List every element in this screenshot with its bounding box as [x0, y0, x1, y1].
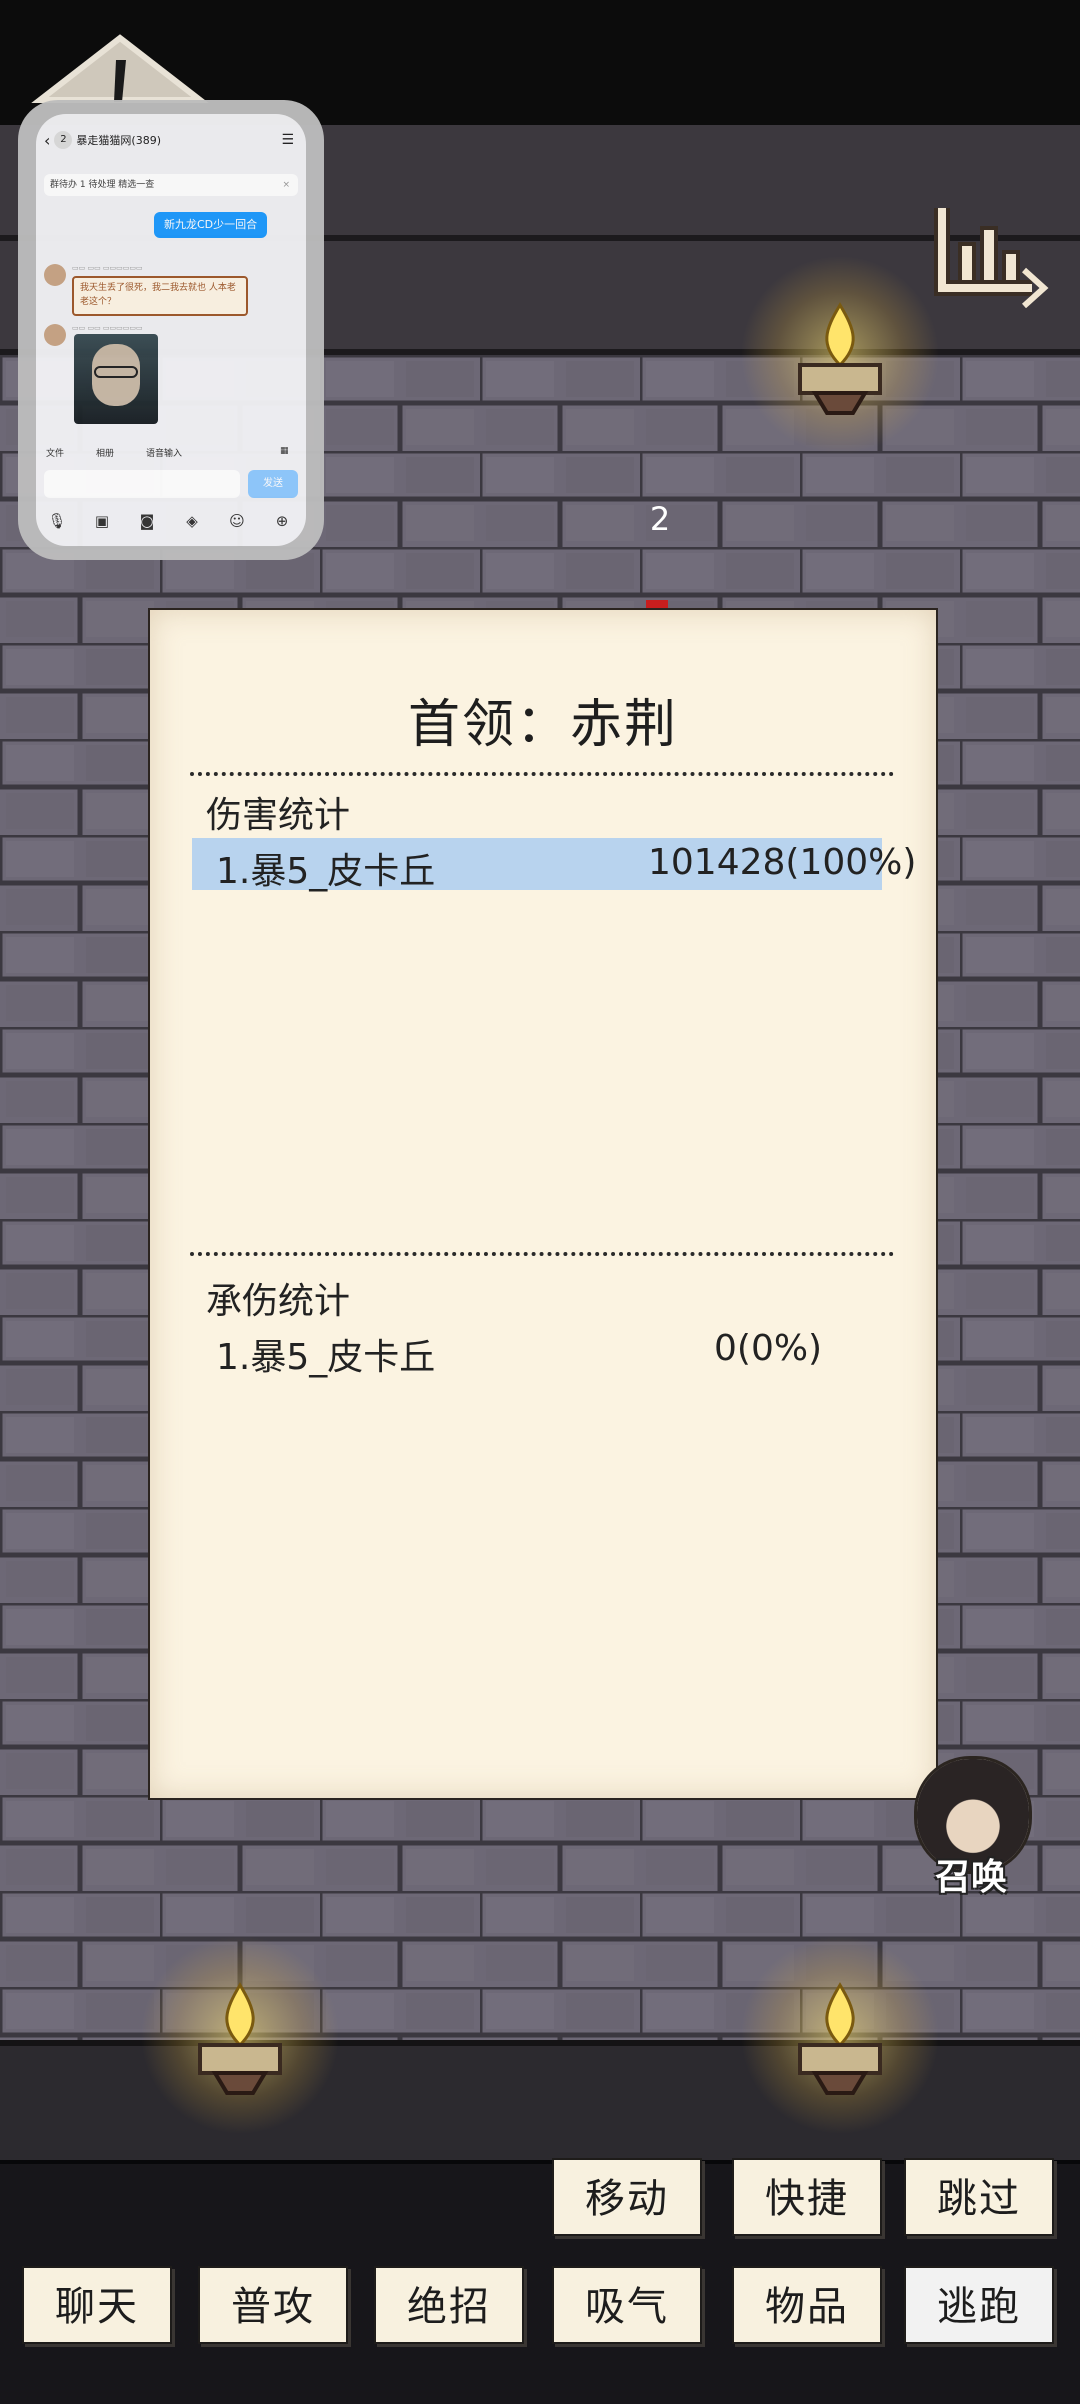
chat-screen[interactable]: ‹ 2 暴走猫猫网(389) ☰ 群待办 1 待处理 精选一查 × 新九龙CD少…	[36, 114, 306, 546]
plus-icon[interactable]: ⊕	[271, 510, 293, 532]
chat-tool-row: 文件 相册 语音输入 ▦	[36, 440, 306, 466]
dotted-divider	[190, 1252, 894, 1256]
sender-name-line: ▭▭ ▭▭ ▭▭▭▭▭▭	[72, 264, 143, 272]
shortcut-button[interactable]: 快捷	[732, 2158, 882, 2236]
attack-button[interactable]: 普攻	[198, 2266, 348, 2344]
tool-file[interactable]: 文件	[46, 446, 64, 459]
stats-chart-icon[interactable]	[912, 188, 1052, 312]
redpacket-icon[interactable]: ◈	[181, 510, 203, 532]
sticker-message: 我天生丢了很死，我二我去就也 人本老老这个？	[72, 276, 248, 316]
photo-glasses	[94, 366, 138, 378]
dotted-divider	[190, 772, 894, 776]
breathe-button[interactable]: 吸气	[552, 2266, 702, 2344]
ultimate-button[interactable]: 绝招	[374, 2266, 524, 2344]
items-button[interactable]: 物品	[732, 2266, 882, 2344]
summon-label: 召唤	[934, 1857, 1007, 1898]
summon-button[interactable]: 召唤	[906, 1756, 1036, 1898]
floating-chat-window[interactable]: ‹ 2 暴走猫猫网(389) ☰ 群待办 1 待处理 精选一查 × 新九龙CD少…	[18, 100, 324, 560]
damage-section-title: 伤害统计	[206, 795, 351, 836]
grid-icon[interactable]: ▦	[280, 446, 289, 456]
turn-number: 2	[649, 500, 671, 538]
torch-icon	[798, 1982, 882, 2095]
photo-message[interactable]	[74, 334, 158, 424]
torch	[140, 1935, 340, 2135]
emoji-icon[interactable]: ☺	[226, 510, 248, 532]
taken-row-name: 1.暴5_皮卡丘	[216, 1337, 436, 1378]
menu-icon[interactable]: ☰	[281, 132, 294, 148]
image-icon[interactable]: ▣	[91, 510, 113, 532]
chat-icon-row: 🎙 ▣ ◙ ◈ ☺ ⊕	[36, 506, 306, 536]
chat-notice[interactable]: 群待办 1 待处理 精选一查 ×	[44, 174, 298, 196]
taken-section-title: 承伤统计	[206, 1281, 351, 1322]
back-chevron-icon[interactable]: ‹	[44, 131, 50, 150]
taken-row-value: 0(0%)	[714, 1328, 823, 1369]
torch	[740, 255, 940, 455]
chat-input[interactable]	[44, 470, 240, 498]
torch	[740, 1935, 940, 2135]
flee-button[interactable]: 逃跑	[904, 2266, 1054, 2344]
torch-icon	[798, 302, 882, 415]
notice-text: 群待办 1 待处理 精选一查	[50, 180, 155, 190]
tool-voice[interactable]: 语音输入	[146, 446, 182, 459]
unread-badge: 2	[54, 131, 73, 149]
avatar[interactable]	[44, 324, 66, 346]
battle-stats-panel: 首领：赤荆 伤害统计 1.暴5_皮卡丘 101428(100%) 承伤统计 1.…	[148, 608, 938, 1800]
boss-title: 首领：赤荆	[407, 695, 678, 755]
camera-icon[interactable]: ◙	[136, 510, 158, 532]
damage-row-name: 1.暴5_皮卡丘	[216, 851, 436, 892]
sender-name-line: ▭▭ ▭▭ ▭▭▭▭▭▭	[72, 324, 143, 332]
chat-group-title: 暴走猫猫网(389)	[76, 134, 161, 147]
tool-album[interactable]: 相册	[96, 446, 114, 459]
send-button[interactable]: 发送	[248, 470, 298, 498]
chat-button[interactable]: 聊天	[22, 2266, 172, 2344]
move-button[interactable]: 移动	[552, 2158, 702, 2236]
damage-row-value: 101428(100%)	[648, 842, 917, 883]
torch-icon	[198, 1982, 282, 2095]
skip-button[interactable]: 跳过	[904, 2158, 1054, 2236]
chat-header: ‹ 2 暴走猫猫网(389) ☰	[36, 114, 306, 166]
microphone-icon[interactable]: 🎙	[46, 510, 68, 532]
avatar[interactable]	[44, 264, 66, 286]
close-icon[interactable]: ×	[282, 174, 290, 196]
chat-input-row: 发送	[44, 470, 298, 498]
my-message-bubble: 新九龙CD少一回合	[154, 212, 268, 238]
